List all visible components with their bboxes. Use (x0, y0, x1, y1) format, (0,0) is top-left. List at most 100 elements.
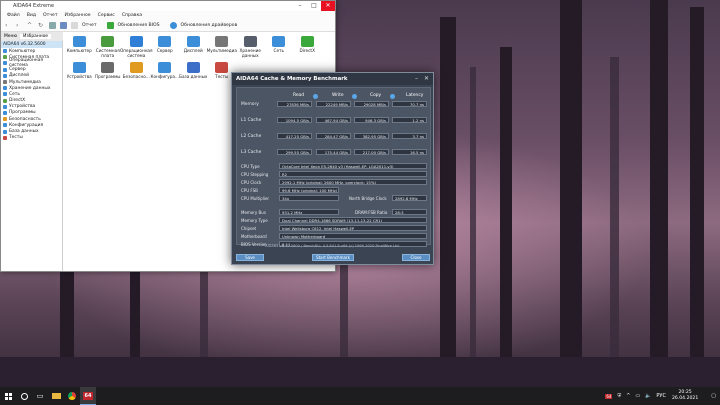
benchmark-results-panel: Read Write Copy Latency Memory 27836 MB/s… (236, 87, 431, 247)
cpu-stepping-value: R2 (279, 171, 427, 177)
cache-memory-benchmark-dialog: AIDA64 Cache & Memory Benchmark – ✕ Read… (231, 72, 434, 265)
category-tile[interactable]: Дисплей (179, 36, 208, 58)
category-tile[interactable]: Операционная система (120, 36, 153, 58)
sidebar-item-label: Конфигурация (9, 122, 44, 128)
back-icon[interactable]: ‹ (5, 22, 12, 29)
category-tile[interactable]: Сеть (265, 36, 294, 58)
category-icon (3, 92, 7, 97)
menu-favorites[interactable]: Избранное (65, 13, 91, 18)
category-tile-label: Компьютер (66, 48, 92, 53)
chevron-up-icon[interactable]: ^ (626, 393, 630, 399)
report-button[interactable]: Отчет (71, 22, 97, 29)
category-tile[interactable]: Компьютер (65, 36, 94, 58)
category-tile[interactable]: Устройства (65, 62, 94, 79)
category-icon (215, 36, 229, 47)
category-icon (186, 62, 200, 73)
maximize-icon[interactable]: □ (307, 1, 321, 11)
category-tile[interactable]: Сервер (151, 36, 180, 58)
minimize-icon[interactable]: – (415, 75, 418, 82)
memory-bus-value: 931.2 MHz (279, 209, 339, 215)
sidebar-item-label: Хранение данных (9, 85, 51, 91)
save-button[interactable]: Save (236, 254, 264, 261)
menu-bar: Файл Вид Отчет Избранное Сервис Справка (1, 11, 335, 20)
category-tile[interactable]: Системная плата (94, 36, 123, 58)
menu-view[interactable]: Вид (27, 13, 36, 18)
shield-icon[interactable]: ⛨ (617, 393, 621, 399)
category-tile[interactable]: Хранение данных (236, 36, 265, 58)
sidebar-item-label: Устройства (9, 104, 36, 110)
clock[interactable]: 20:25 26.04.2021 (672, 390, 698, 402)
benchmark-title[interactable]: AIDA64 Cache & Memory Benchmark (232, 73, 433, 85)
notification-icon[interactable]: ▢ (711, 393, 716, 399)
forward-icon[interactable]: › (16, 22, 23, 29)
motherboard-value: Unknown Motherboard (279, 233, 427, 239)
close-icon[interactable]: ✕ (321, 1, 335, 11)
system-tray: 64 ⛨ ^ ▭ 🔈 РУС 20:25 26.04.2021 ▢ (600, 387, 720, 405)
minimize-icon[interactable]: – (293, 1, 307, 11)
aida-tray-icon[interactable]: 64 (605, 393, 613, 399)
category-tile[interactable]: Мультимедиа (207, 36, 237, 58)
chrome-button[interactable] (64, 387, 80, 405)
menu-file[interactable]: Файл (7, 13, 20, 18)
driver-update-button[interactable]: Обновления драйверов (169, 22, 237, 29)
sidebar-item[interactable]: Тесты (1, 135, 62, 141)
category-tile[interactable]: Конфигура... (151, 62, 180, 79)
category-tile-label: Хранение данных (239, 48, 261, 58)
sidebar-root[interactable]: AIDA64 v6.32.5600 (1, 41, 62, 48)
user-icon[interactable] (49, 22, 56, 29)
info-icon[interactable] (390, 94, 395, 99)
benchmark-value-cell: 467.94 GB/s (316, 117, 351, 123)
menu-help[interactable]: Справка (122, 13, 142, 18)
motherboard-label: Motherboard (241, 234, 267, 239)
bios-update-button[interactable]: Обновления BIOS (106, 22, 160, 29)
menu-report[interactable]: Отчет (43, 13, 58, 18)
category-icon (101, 36, 115, 47)
file-explorer-button[interactable] (48, 387, 64, 405)
tab-favorites[interactable]: Избранное (20, 34, 51, 39)
cpu-fsb-value: 99.6 MHz (original: 100 MHz) (279, 187, 339, 193)
memory-type-label: Memory Type (241, 218, 268, 223)
category-icon (158, 36, 172, 47)
clock-date: 26.04.2021 (671, 396, 699, 401)
category-tile[interactable]: DirectX (293, 36, 322, 58)
category-icon (3, 110, 7, 115)
tab-menu[interactable]: Меню (1, 34, 20, 39)
category-icon (215, 62, 229, 73)
category-tile[interactable]: База данных (179, 62, 208, 79)
category-tile-label: DirectX (299, 48, 315, 53)
category-icon (3, 86, 7, 91)
category-tile-label: Устройства (66, 74, 92, 79)
category-icon (3, 67, 7, 72)
benchmark-value-cell: 175.44 GB/s (316, 149, 351, 155)
cpu-clock-value: 2992.1 MHz (original: 2600 MHz, overcloc… (279, 179, 427, 185)
chart-icon[interactable] (60, 22, 67, 29)
up-icon[interactable]: ^ (27, 22, 34, 29)
menu-tools[interactable]: Сервис (98, 13, 115, 18)
category-icon (300, 36, 314, 47)
cpu-fsb-label: CPU FSB (241, 188, 258, 193)
start-button[interactable] (0, 387, 16, 405)
aida64-taskbar-button[interactable]: 64 (80, 387, 96, 405)
report-icon (71, 22, 78, 29)
sidebar-item-label: Сеть (9, 91, 20, 97)
category-tile[interactable]: Безопасно... (122, 62, 151, 79)
search-button[interactable] (16, 387, 32, 405)
info-icon[interactable] (313, 94, 318, 99)
info-icon[interactable] (352, 94, 357, 99)
close-button[interactable]: Close (402, 254, 430, 261)
volume-icon[interactable]: 🔈 (645, 393, 651, 399)
benchmark-value-cell: 299.55 GB/s (277, 149, 312, 155)
task-view-button[interactable]: ▭ (32, 387, 48, 405)
window-titlebar[interactable]: AIDA64 Extreme – □ ✕ (1, 1, 335, 11)
close-icon[interactable]: ✕ (424, 75, 429, 82)
network-icon[interactable]: ▭ (635, 393, 640, 399)
category-icon (3, 61, 7, 66)
refresh-icon[interactable]: ↻ (38, 22, 45, 29)
window-title: AIDA64 Extreme (13, 3, 55, 9)
category-tile[interactable]: Программы (94, 62, 123, 79)
start-benchmark-button[interactable]: Start Benchmark (312, 254, 354, 261)
sidebar-tabs: Меню Избранное (1, 32, 63, 41)
benchmark-value-cell: 946.3 GB/s (354, 117, 389, 123)
language-indicator[interactable]: РУС (656, 393, 666, 399)
sidebar-item[interactable]: Операционная система (1, 58, 62, 68)
